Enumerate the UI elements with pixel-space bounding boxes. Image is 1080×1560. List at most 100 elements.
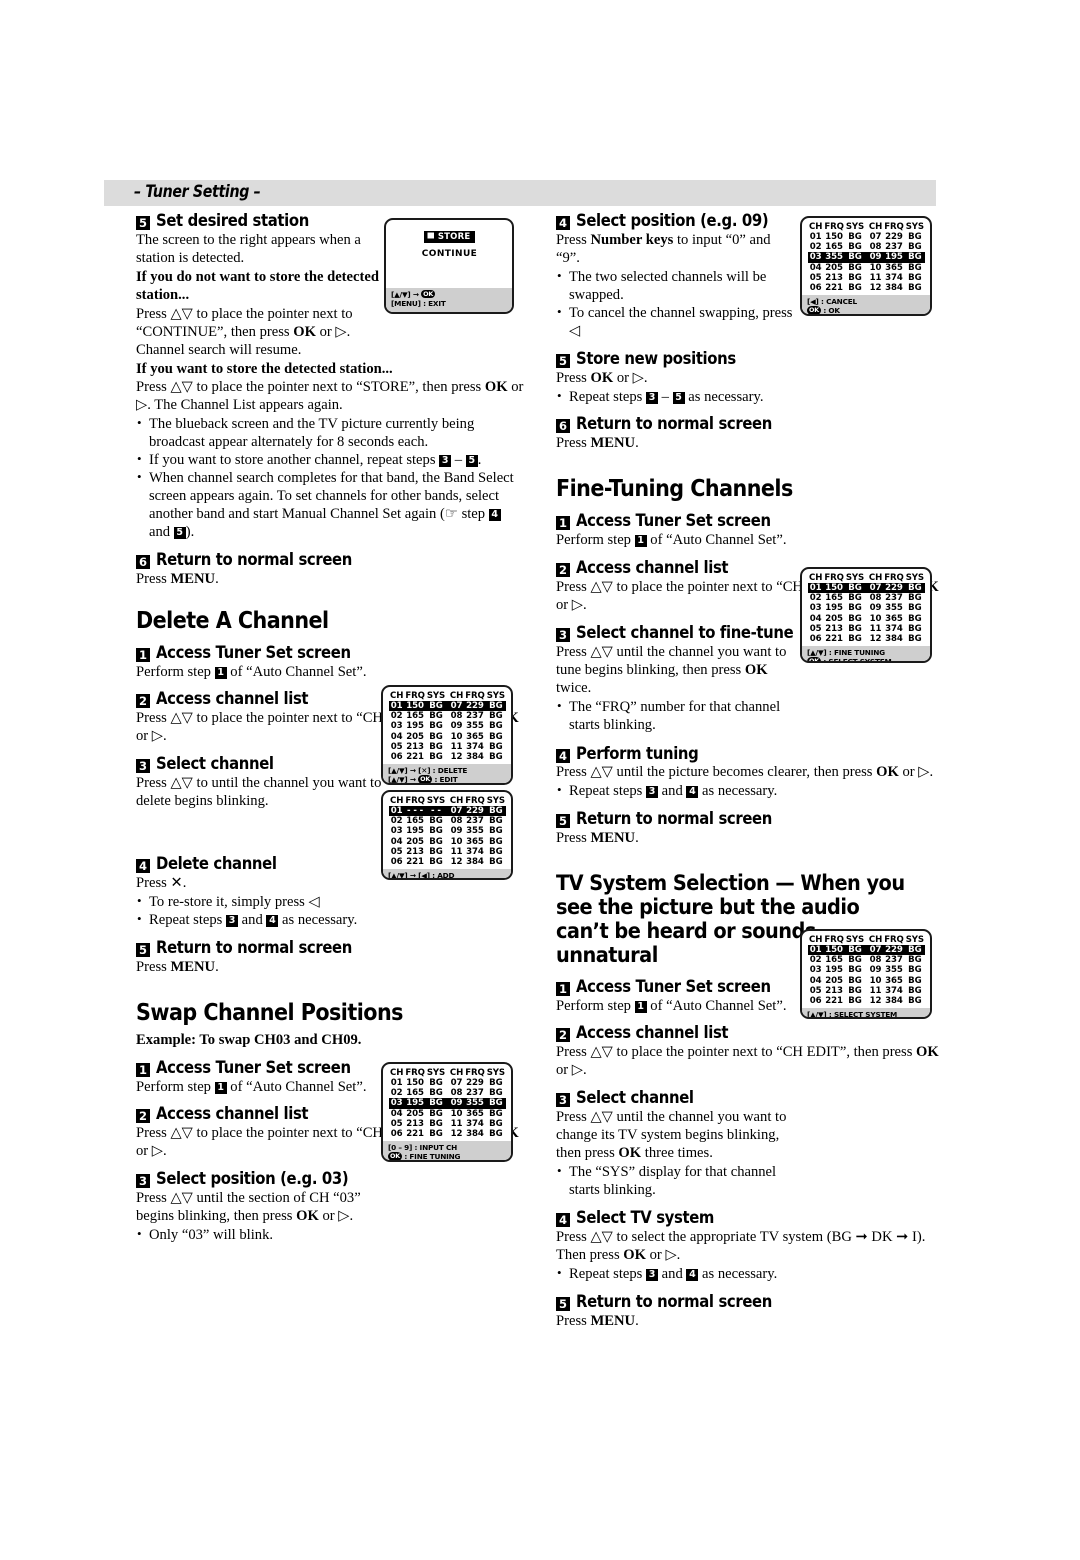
table-cell: 150	[823, 583, 845, 594]
column-header: SYS	[486, 691, 505, 701]
table-row[interactable]: 01 150 BG 07 229 BG	[389, 1078, 506, 1088]
table-cell: 07	[869, 232, 882, 243]
table-row[interactable]: 03 195 BG 09 355 BG	[389, 721, 506, 731]
table-row[interactable]: 04 205 BG 10 365 BG	[808, 614, 925, 624]
table-cell: 384	[885, 633, 903, 644]
table-row[interactable]: 06 221 BG 12 384 BG	[808, 634, 925, 644]
table-row[interactable]: 06 221 BG 12 384 BG	[389, 752, 506, 762]
table-cell: 213	[406, 741, 424, 752]
table-row[interactable]: 03 195 BG 09 355 BG	[389, 826, 506, 836]
step-label: Access Tuner Set screen	[576, 511, 771, 531]
table-cell: BG	[489, 1108, 503, 1119]
table-cell: 205	[825, 613, 843, 624]
table-row[interactable]: 04 205 BG 10 365 BG	[389, 732, 506, 742]
table-row[interactable]: 06 221 BG 12 384 BG	[808, 996, 925, 1006]
table-row[interactable]: 04 205 BG 10 365 BG	[808, 976, 925, 986]
table-row[interactable]: 06 221 BG 12 384 BG	[389, 1129, 506, 1139]
table-row[interactable]: 05 213 BG 11 374 BG	[389, 847, 506, 857]
table-row[interactable]: 06 221 BG 12 384 BG	[808, 283, 925, 293]
table-row[interactable]: 02 165 BG 08 237 BG	[808, 242, 925, 252]
table-cell: 195	[825, 603, 843, 614]
table-row[interactable]: 02 165 BG 08 237 BG	[808, 593, 925, 603]
table-cell: 221	[825, 995, 843, 1006]
table-cell: BG	[848, 613, 862, 624]
bullet-list: Repeat steps 3 – 5 as necessary.	[556, 388, 944, 407]
table-cell: 12	[869, 282, 882, 293]
table-header-row: CH FRQ SYS CH FRQ SYS	[389, 796, 506, 806]
table-row[interactable]: 01- - -- -07 229 BG	[389, 806, 506, 817]
table-cell: BG	[848, 995, 862, 1006]
table-row[interactable]: 03 355 BG 09 195 BG	[808, 252, 925, 263]
table-row[interactable]: 03 195 BG 09 355 BG	[808, 603, 925, 613]
step-label: Select channel	[576, 1088, 694, 1108]
table-cell: 229	[883, 583, 905, 594]
table-cell: BG	[429, 731, 443, 742]
table-cell: BG	[425, 1098, 447, 1109]
osd-footer-line: [▲/▼] → [✕] : DELETE	[388, 765, 468, 775]
step-number: 5	[136, 216, 150, 230]
step-number: 4	[556, 748, 570, 763]
step-return-normal-screen: 5 Return to normal screen	[556, 1292, 944, 1312]
paragraph: Press MENU.	[556, 435, 639, 452]
table-row[interactable]: 04 205 BG 10 365 BG	[808, 263, 925, 273]
example-text: Example: To swap CH03 and CH09.	[136, 1031, 362, 1048]
table-cell: 04	[390, 1108, 403, 1119]
subheading: If you want to store the detected statio…	[136, 360, 393, 377]
table-row[interactable]: 02 165 BG 08 237 BG	[808, 955, 925, 965]
table-cell: 05	[809, 272, 822, 283]
table-row[interactable]: 04 205 BG 10 365 BG	[389, 837, 506, 847]
table-cell: BG	[485, 1098, 506, 1109]
table-row[interactable]: 05 213 BG 11 374 BG	[808, 273, 925, 283]
table-row[interactable]: 01 150 BG 07 229 BG	[808, 945, 925, 956]
table-cell: 165	[406, 711, 424, 722]
table-cell: 10	[450, 836, 463, 847]
store-badge: STORE	[423, 231, 476, 243]
table-row[interactable]: 04 205 BG 10 365 BG	[389, 1109, 506, 1119]
store-label: STORE	[437, 232, 471, 242]
step-number: 1	[556, 516, 570, 531]
table-cell: 150	[404, 701, 426, 712]
table-cell: BG	[848, 985, 862, 996]
osd-footer: [▲/▼] : FINE TUNINGOK : SELECT SYSTEM[ME…	[802, 645, 930, 661]
table-cell: BG	[429, 751, 443, 762]
table-row[interactable]: 05 213 BG 11 374 BG	[389, 1119, 506, 1129]
table-cell: BG	[429, 1078, 443, 1089]
table-cell: 02	[809, 955, 822, 966]
table-cell: BG	[489, 1118, 503, 1129]
table-row[interactable]: 03 195 BG 09 355 BG	[389, 1098, 506, 1109]
table-row[interactable]: 02 165 BG 08 237 BG	[389, 1088, 506, 1098]
bullet-list: The “SYS” display for that channel start…	[556, 1163, 794, 1200]
table-cell: BG	[489, 741, 503, 752]
table-cell: - -	[425, 806, 447, 817]
table-cell: 229	[885, 232, 903, 243]
table-row[interactable]: 02 165 BG 08 237 BG	[389, 816, 506, 826]
osd-footer-line: [▲/▼] : FINE TUNING	[807, 647, 885, 657]
channel-list-table-wrap: CH FRQ SYS CH FRQ SYS 01 150 BG 07 229 BG 02 165 BG 08 2…	[802, 931, 930, 1008]
paragraph: The screen to the right appears when a s…	[136, 231, 361, 266]
table-row[interactable]: 05 213 BG 11 374 BG	[808, 986, 925, 996]
table-row[interactable]: 01 150 BG 07 229 BG	[808, 232, 925, 242]
step-label: Access Tuner Set screen	[156, 642, 351, 662]
table-cell: 06	[809, 633, 822, 644]
step-number: 3	[556, 1093, 570, 1108]
table-cell: 355	[885, 965, 903, 976]
table-row[interactable]: 02 165 BG 08 237 BG	[389, 711, 506, 721]
table-cell: 08	[450, 711, 463, 722]
table-row[interactable]: 05 213 BG 11 374 BG	[389, 742, 506, 752]
osd-footer: [▲/▼] → OK [MENU] : EXIT	[386, 288, 512, 312]
table-cell: 01	[808, 583, 824, 594]
table-row[interactable]: 01 150 BG 07 229 BG	[389, 701, 506, 712]
swap-select-screen: CH FRQ SYS CH FRQ SYS 01 150 BG 07 229 BG 02 165 BG 08 2…	[381, 1062, 513, 1162]
step-label: Access Tuner Set screen	[156, 1057, 351, 1077]
table-row[interactable]: 06 221 BG 12 384 BG	[389, 857, 506, 867]
paragraph: Press △▽ until the section of CH “03” be…	[136, 1190, 361, 1225]
step-access-tuner-set-screen: 1 Access Tuner Set screen	[136, 642, 524, 663]
table-row[interactable]: 03 195 BG 09 355 BG	[808, 965, 925, 975]
bullet-list: The “FRQ” number for that channel starts…	[556, 698, 792, 735]
table-row[interactable]: 01 150 BG 07 229 BG	[808, 583, 925, 594]
table-row[interactable]: 05 213 BG 11 374 BG	[808, 624, 925, 634]
bullet-list: Repeat steps 3 and 4 as necessary.	[556, 782, 944, 801]
step-label: Perform tuning	[576, 743, 699, 763]
osd-footer: [0 – 9] : INPUT CHOK : FINE TUNING[MENU]…	[383, 1140, 511, 1160]
table-cell: 04	[809, 975, 822, 986]
